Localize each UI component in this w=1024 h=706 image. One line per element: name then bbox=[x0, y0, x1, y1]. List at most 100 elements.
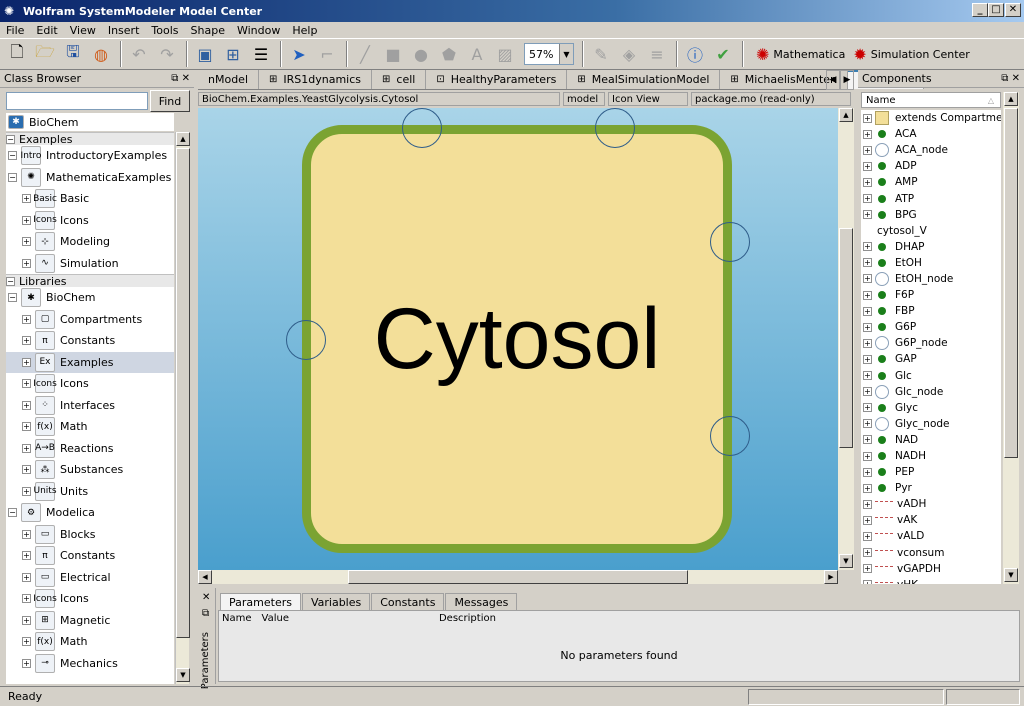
tree-group-examples[interactable]: − Examples bbox=[6, 132, 174, 146]
tab-irs1dynamics[interactable]: ⊞ IRS1dynamics bbox=[259, 70, 373, 89]
new-file-icon[interactable]: 🗋 bbox=[4, 41, 30, 67]
info-icon[interactable]: ⓘ bbox=[682, 41, 708, 67]
component-vadh[interactable]: + vADH bbox=[861, 496, 1001, 512]
fill-color-icon[interactable]: ◈ bbox=[616, 41, 642, 67]
tree-item-icons[interactable]: + Icons Icons bbox=[6, 373, 174, 395]
zoom-select[interactable]: 57% ▼ bbox=[524, 43, 574, 65]
publish-globe-icon[interactable]: ◍ bbox=[88, 41, 114, 67]
menu-shape[interactable]: Shape bbox=[191, 24, 225, 37]
expand-icon[interactable]: + bbox=[22, 658, 31, 668]
class-browser-root[interactable]: ✱ BioChem bbox=[6, 113, 174, 131]
chevron-down-icon[interactable]: ▼ bbox=[559, 44, 573, 64]
scroll-down-icon[interactable]: ▼ bbox=[1004, 568, 1018, 582]
column-value[interactable]: Value bbox=[262, 613, 289, 624]
scroll-thumb[interactable] bbox=[839, 228, 853, 448]
expand-icon[interactable]: + bbox=[22, 379, 31, 389]
expand-icon[interactable]: + bbox=[22, 529, 31, 539]
component-fbp[interactable]: + FBP bbox=[861, 303, 1001, 319]
expand-icon[interactable]: + bbox=[22, 594, 31, 604]
component-aca_node[interactable]: + ACA_node bbox=[861, 142, 1001, 158]
cytosol-compartment[interactable]: Cytosol bbox=[302, 125, 732, 553]
component-dhap[interactable]: + DHAP bbox=[861, 239, 1001, 255]
expand-icon[interactable]: + bbox=[22, 237, 31, 247]
icon-view-canvas[interactable]: Cytosol bbox=[198, 108, 838, 570]
expand-icon[interactable]: + bbox=[22, 422, 31, 432]
line-color-icon[interactable]: ✎ bbox=[588, 41, 614, 67]
expand-icon[interactable]: + bbox=[863, 354, 872, 364]
close-window-button[interactable]: ✕ bbox=[1005, 3, 1021, 17]
expand-icon[interactable]: + bbox=[863, 113, 872, 123]
expand-icon[interactable]: + bbox=[863, 435, 872, 445]
undo-icon[interactable]: ↶ bbox=[126, 41, 152, 67]
component-etoh_node[interactable]: + EtOH_node bbox=[861, 271, 1001, 287]
minimize-button[interactable]: _ bbox=[972, 3, 988, 17]
component-nad[interactable]: + NAD bbox=[861, 432, 1001, 448]
check-model-icon[interactable]: ✔ bbox=[710, 41, 736, 67]
menu-view[interactable]: View bbox=[70, 24, 96, 37]
scroll-left-icon[interactable]: ◀ bbox=[198, 570, 212, 584]
polygon-tool-icon[interactable]: ⬟ bbox=[436, 41, 462, 67]
tab-healthyparameters[interactable]: ⊡ HealthyParameters bbox=[426, 70, 568, 89]
connector-port-top-right[interactable] bbox=[595, 108, 635, 148]
component-glyc_node[interactable]: + Glyc_node bbox=[861, 416, 1001, 432]
mathematica-button[interactable]: ✺ Mathematica bbox=[756, 45, 845, 64]
expand-icon[interactable]: + bbox=[863, 419, 872, 429]
component-amp[interactable]: + AMP bbox=[861, 174, 1001, 190]
scroll-right-icon[interactable]: ▶ bbox=[824, 570, 838, 584]
components-column-header[interactable]: Name △ bbox=[861, 92, 1001, 108]
open-folder-icon[interactable]: 🗁 bbox=[32, 41, 58, 67]
tree-item-icons[interactable]: + Icons Icons bbox=[6, 210, 174, 232]
connector-port-left[interactable] bbox=[286, 320, 326, 360]
menu-tools[interactable]: Tools bbox=[151, 24, 178, 37]
expand-icon[interactable]: + bbox=[863, 129, 872, 139]
menu-file[interactable]: File bbox=[6, 24, 24, 37]
expand-icon[interactable]: + bbox=[863, 242, 872, 252]
component-vak[interactable]: + vAK bbox=[861, 512, 1001, 528]
close-icon[interactable]: ✕ bbox=[202, 592, 210, 603]
expand-icon[interactable]: + bbox=[22, 637, 31, 647]
component-aca[interactable]: + ACA bbox=[861, 126, 1001, 142]
connector-port-right-lower[interactable] bbox=[710, 416, 750, 456]
text-tool-icon[interactable]: A bbox=[464, 41, 490, 67]
tab-messages[interactable]: Messages bbox=[445, 593, 518, 611]
tree-item-electrical[interactable]: + ▭ Electrical bbox=[6, 567, 174, 589]
expand-icon[interactable]: + bbox=[863, 371, 872, 381]
tab-parameters[interactable]: Parameters bbox=[220, 593, 301, 611]
scroll-up-icon[interactable]: ▲ bbox=[176, 132, 190, 146]
tree-item-compartments[interactable]: + ▢ Compartments bbox=[6, 309, 174, 331]
tree-item-interfaces[interactable]: + ⁘ Interfaces bbox=[6, 395, 174, 417]
expand-icon[interactable]: + bbox=[22, 400, 31, 410]
collapse-icon[interactable]: − bbox=[6, 134, 15, 144]
component-vgapdh[interactable]: + vGAPDH bbox=[861, 561, 1001, 577]
scroll-up-icon[interactable]: ▲ bbox=[1004, 92, 1018, 106]
tree-item-biochem[interactable]: − ✱ BioChem bbox=[6, 287, 174, 309]
expand-icon[interactable]: + bbox=[863, 531, 872, 541]
expand-icon[interactable]: + bbox=[22, 465, 31, 475]
menu-edit[interactable]: Edit bbox=[36, 24, 57, 37]
component-pyr[interactable]: + Pyr bbox=[861, 480, 1001, 496]
tab-variables[interactable]: Variables bbox=[301, 593, 371, 611]
component-g6p_node[interactable]: + G6P_node bbox=[861, 335, 1001, 351]
expand-icon[interactable]: + bbox=[863, 515, 872, 525]
tree-item-mechanics[interactable]: + ⊸ Mechanics bbox=[6, 653, 174, 675]
expand-icon[interactable]: + bbox=[863, 564, 872, 574]
line-style-icon[interactable]: ≡ bbox=[644, 41, 670, 67]
canvas-vertical-scrollbar[interactable]: ▲ ▼ bbox=[838, 108, 854, 570]
expand-icon[interactable]: + bbox=[863, 306, 872, 316]
float-icon[interactable]: ⧉ bbox=[202, 608, 209, 619]
restore-button[interactable]: □ bbox=[988, 3, 1004, 17]
tree-item-substances[interactable]: + ⁂ Substances bbox=[6, 459, 174, 481]
scroll-down-icon[interactable]: ▼ bbox=[176, 668, 190, 682]
component-g6p[interactable]: + G6P bbox=[861, 319, 1001, 335]
class-tree-scrollbar[interactable]: ▲ ▼ bbox=[175, 132, 190, 684]
component-atp[interactable]: + ATP bbox=[861, 190, 1001, 206]
canvas-horizontal-scrollbar[interactable]: ◀ ▶ bbox=[198, 570, 838, 584]
connector-port-right-upper[interactable] bbox=[710, 222, 750, 262]
scroll-thumb[interactable] bbox=[176, 148, 190, 638]
expand-icon[interactable]: + bbox=[863, 290, 872, 300]
expand-icon[interactable]: + bbox=[863, 499, 872, 509]
component-glyc[interactable]: + Glyc bbox=[861, 400, 1001, 416]
expand-icon[interactable]: + bbox=[863, 194, 872, 204]
menu-window[interactable]: Window bbox=[237, 24, 280, 37]
save-icon[interactable]: 🖫 bbox=[60, 41, 86, 67]
